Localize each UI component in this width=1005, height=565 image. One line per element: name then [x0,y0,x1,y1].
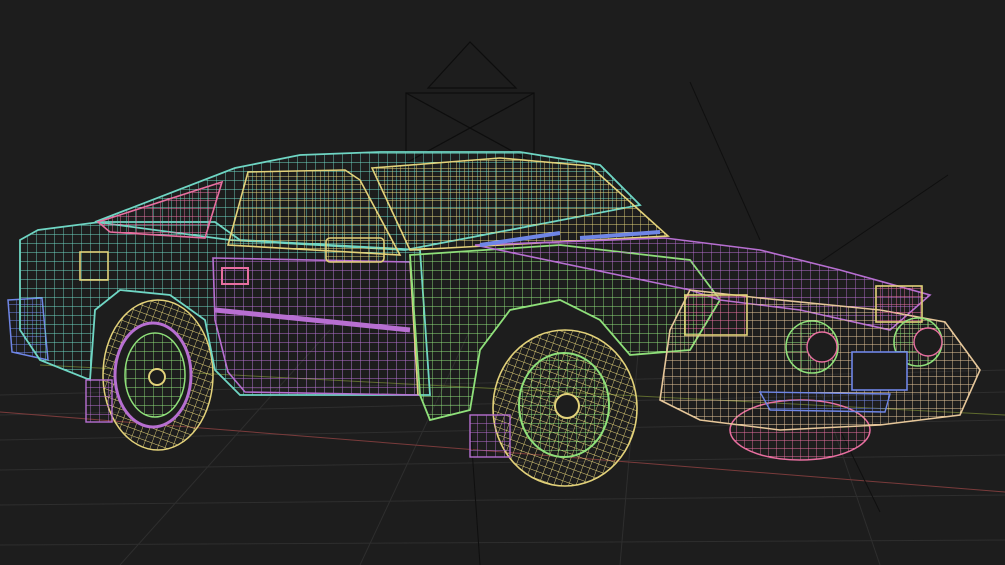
wireframe-car[interactable] [7,151,981,487]
right-headlight-popup[interactable] [875,285,923,323]
rear-mud-flap [85,379,113,423]
front-wheel[interactable] [492,329,638,487]
3d-viewport[interactable] [0,0,1005,565]
left-headlight-popup[interactable] [684,294,748,336]
rear-quarter-window[interactable] [96,180,224,239]
license-plate[interactable] [851,351,908,391]
front-lower-grille [758,391,891,413]
side-mirror[interactable] [325,237,385,263]
camera-gizmo[interactable] [405,41,535,164]
left-fog-light[interactable] [785,320,839,374]
viewport-canvas[interactable] [0,0,1005,565]
rear-wheel[interactable] [102,299,214,451]
front-mud-flap [469,414,511,458]
